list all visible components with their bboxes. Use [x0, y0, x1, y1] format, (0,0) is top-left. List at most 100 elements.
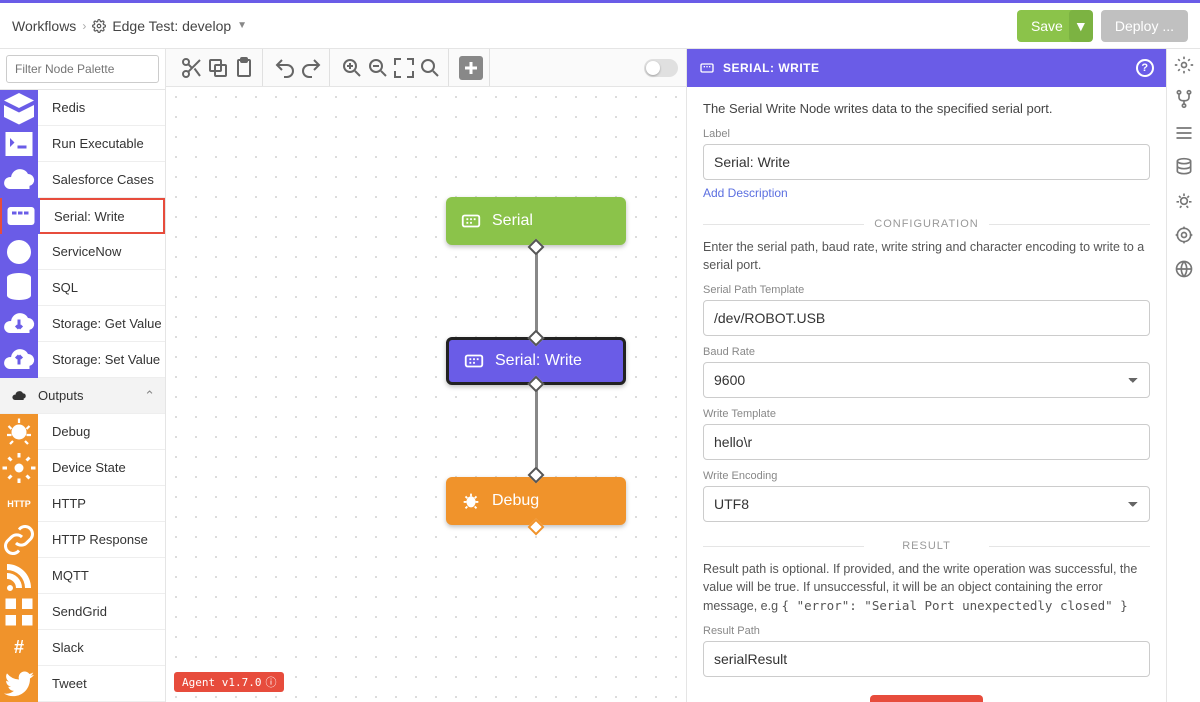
- palette-item-salesforce[interactable]: Salesforce Cases: [0, 162, 165, 198]
- node-label: Serial: [492, 212, 533, 230]
- serial-path-input[interactable]: [703, 300, 1150, 336]
- palette-item-http-response[interactable]: HTTP Response: [0, 522, 165, 558]
- palette-filter-input[interactable]: [6, 55, 159, 83]
- gear-icon[interactable]: [1174, 55, 1194, 75]
- chevron-up-icon: ⌃: [144, 388, 155, 404]
- palette-item-run-executable[interactable]: Run Executable: [0, 126, 165, 162]
- result-path-label: Result Path: [703, 625, 1150, 637]
- palette-item-label: Redis: [38, 100, 165, 115]
- baud-rate-select[interactable]: 9600: [703, 362, 1150, 398]
- zoom-in-button[interactable]: [340, 56, 364, 80]
- gear-icon: [0, 450, 38, 486]
- palette-item-label: SQL: [38, 280, 165, 295]
- write-template-label: Write Template: [703, 408, 1150, 420]
- palette-item-sendgrid[interactable]: SendGrid: [0, 594, 165, 630]
- palette-group-label: Outputs: [38, 388, 84, 403]
- palette-item-label: HTTP Response: [38, 532, 165, 547]
- debug-icon[interactable]: [1174, 191, 1194, 211]
- grid-icon: [0, 594, 38, 630]
- canvas-toolbar: [166, 49, 686, 87]
- palette-item-http[interactable]: HTTPHTTP: [0, 486, 165, 522]
- configuration-section: CONFIGURATION: [703, 218, 1150, 230]
- palette-item-label: Tweet: [38, 676, 165, 691]
- gear-icon: [92, 19, 106, 33]
- save-dropdown-button[interactable]: ▼: [1069, 10, 1093, 42]
- canvas-toggle[interactable]: [644, 59, 678, 77]
- breadcrumb-root[interactable]: Workflows: [12, 18, 76, 34]
- write-encoding-select[interactable]: UTF8: [703, 486, 1150, 522]
- palette-item-label: HTTP: [38, 496, 165, 511]
- result-path-input[interactable]: [703, 641, 1150, 677]
- node-port-out[interactable]: [528, 376, 545, 393]
- zoom-reset-button[interactable]: [418, 56, 442, 80]
- label-input[interactable]: [703, 144, 1150, 180]
- save-button[interactable]: Save: [1017, 10, 1077, 42]
- menu-icon[interactable]: [1174, 123, 1194, 143]
- palette-item-redis[interactable]: Redis: [0, 90, 165, 126]
- node-port-in[interactable]: [528, 330, 545, 347]
- breadcrumb-dropdown-icon[interactable]: ▼: [237, 20, 247, 31]
- node-debug[interactable]: Debug: [446, 477, 626, 525]
- info-icon: ⓘ: [265, 674, 276, 690]
- http-icon: HTTP: [0, 486, 38, 522]
- palette-item-label: Device State: [38, 460, 165, 475]
- node-serial[interactable]: Serial: [446, 197, 626, 245]
- palette-item-device-state[interactable]: Device State: [0, 450, 165, 486]
- palette-item-label: ServiceNow: [38, 244, 165, 259]
- configuration-help: Enter the serial path, baud rate, write …: [703, 238, 1150, 274]
- label-field-label: Label: [703, 128, 1150, 140]
- layers-icon: [0, 90, 38, 126]
- breadcrumb-current[interactable]: Edge Test: develop: [112, 18, 231, 34]
- serial-icon: [463, 350, 485, 372]
- terminal-icon: [0, 126, 38, 162]
- help-icon[interactable]: ?: [1136, 59, 1154, 77]
- add-description-link[interactable]: Add Description: [703, 186, 788, 200]
- palette-item-slack[interactable]: #Slack: [0, 630, 165, 666]
- node-port-out[interactable]: [528, 519, 545, 536]
- palette-item-storage-get[interactable]: Storage: Get Value: [0, 306, 165, 342]
- palette-item-label: SendGrid: [38, 604, 165, 619]
- baud-rate-label: Baud Rate: [703, 346, 1150, 358]
- node-palette: Redis Run Executable Salesforce Cases Se…: [0, 49, 166, 702]
- serial-icon: [2, 198, 40, 234]
- node-port-in[interactable]: [528, 467, 545, 484]
- cut-button[interactable]: [180, 56, 204, 80]
- palette-item-label: Storage: Set Value: [38, 352, 165, 367]
- copy-button[interactable]: [206, 56, 230, 80]
- target-icon[interactable]: [1174, 225, 1194, 245]
- cloud-upload-icon: [0, 342, 38, 378]
- palette-item-servicenow[interactable]: ServiceNow: [0, 234, 165, 270]
- palette-item-tweet[interactable]: Tweet: [0, 666, 165, 702]
- paste-button[interactable]: [232, 56, 256, 80]
- properties-title: SERIAL: WRITE: [723, 61, 820, 75]
- palette-item-storage-set[interactable]: Storage: Set Value: [0, 342, 165, 378]
- palette-item-label: Run Executable: [38, 136, 165, 151]
- delete-node-button[interactable]: Delete Node: [870, 695, 984, 702]
- database-icon[interactable]: [1174, 157, 1194, 177]
- palette-item-label: Serial: Write: [40, 209, 163, 224]
- zoom-out-button[interactable]: [366, 56, 390, 80]
- node-serial-write[interactable]: Serial: Write: [446, 337, 626, 385]
- palette-group-outputs[interactable]: Outputs ⌃: [0, 378, 165, 414]
- edge: [535, 385, 538, 479]
- fit-button[interactable]: [392, 56, 416, 80]
- palette-item-serial-write[interactable]: Serial: Write: [0, 198, 165, 234]
- undo-button[interactable]: [273, 56, 297, 80]
- write-template-input[interactable]: [703, 424, 1150, 460]
- redo-button[interactable]: [299, 56, 323, 80]
- branch-icon[interactable]: [1174, 89, 1194, 109]
- palette-item-mqtt[interactable]: MQTT: [0, 558, 165, 594]
- globe-icon[interactable]: [1174, 259, 1194, 279]
- agent-version-badge[interactable]: Agent v1.7.0 ⓘ: [174, 672, 284, 692]
- workflow-canvas[interactable]: Serial Serial: Write Debug Agent v1.7.: [166, 87, 686, 702]
- palette-item-sql[interactable]: SQL: [0, 270, 165, 306]
- serial-icon: [699, 60, 715, 76]
- rss-icon: [0, 558, 38, 594]
- node-port-out[interactable]: [528, 239, 545, 256]
- bug-icon: [0, 414, 38, 450]
- deploy-button[interactable]: Deploy ...: [1101, 10, 1188, 42]
- circle-icon: [0, 234, 38, 270]
- serial-path-label: Serial Path Template: [703, 284, 1150, 296]
- add-button[interactable]: [459, 56, 483, 80]
- palette-item-debug[interactable]: Debug: [0, 414, 165, 450]
